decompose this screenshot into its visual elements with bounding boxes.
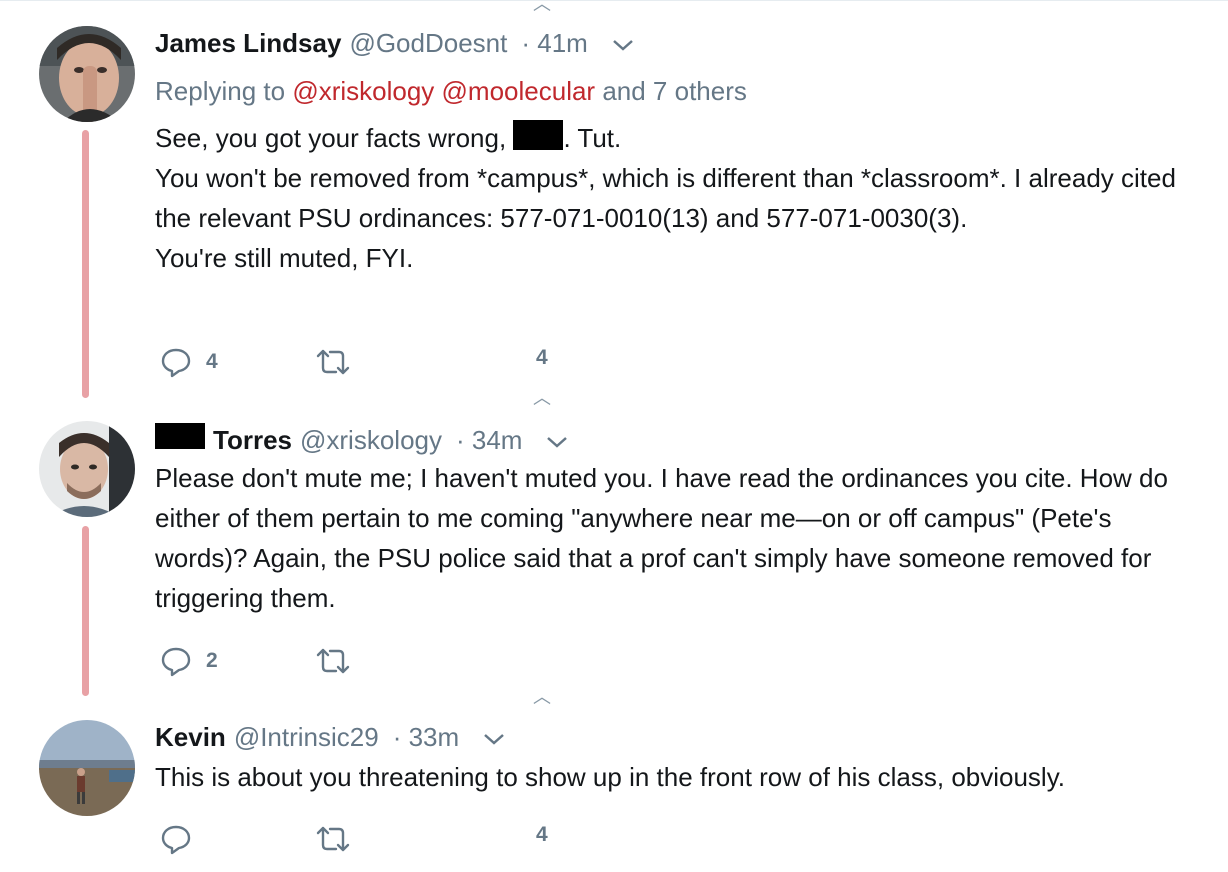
timestamp[interactable]: · 41m (521, 28, 587, 59)
show-more-icon[interactable]: ︿ (533, 683, 551, 709)
tweet-text: See, you got your facts wrong, . Tut. Yo… (155, 118, 1195, 278)
show-more-icon[interactable]: ︿ (533, 0, 551, 16)
tweet-line-text: See, you got your facts wrong, (155, 123, 507, 153)
like-count: 4 (536, 346, 548, 369)
top-divider (0, 0, 1228, 1)
retweet-button[interactable] (315, 645, 351, 677)
timestamp[interactable]: · 33m (393, 722, 459, 753)
tweet-actions: 4 4 (160, 346, 660, 380)
show-more-icon[interactable]: ︿ (533, 384, 551, 410)
author-name[interactable]: James Lindsay (155, 28, 341, 59)
tweet-text: This is about you threatening to show up… (155, 762, 1065, 792)
author-name[interactable]: Kevin (155, 722, 226, 753)
redaction-box (513, 120, 564, 150)
tweet-line: You're still muted, FYI. (155, 243, 414, 273)
retweet-icon (316, 349, 350, 375)
tweet-actions: 2 (160, 645, 660, 679)
tweet-header: Torres @xriskology · 34m (155, 423, 568, 456)
tweet-line: See, you got your facts wrong, . Tut. (155, 118, 1195, 158)
tweet-text: Please don't mute me; I haven't muted yo… (155, 463, 1168, 613)
reply-button[interactable]: 4 (160, 346, 218, 378)
mention-link[interactable]: @moolecular (442, 76, 596, 106)
chevron-down-icon[interactable] (546, 435, 568, 449)
reply-icon (161, 647, 191, 677)
tweet-line-text: . Tut. (563, 123, 622, 153)
retweet-button[interactable] (315, 346, 351, 378)
replying-to: Replying to @xriskology @moolecular and … (155, 76, 747, 107)
reply-icon (161, 825, 191, 855)
like-button[interactable]: 4 (522, 823, 548, 847)
timestamp[interactable]: · 34m (456, 425, 522, 456)
author-handle[interactable]: @GodDoesnt (349, 28, 507, 59)
reply-button[interactable]: 2 (160, 645, 218, 677)
tweet-header: James Lindsay @GodDoesnt · 41m (155, 28, 634, 59)
tweet-actions: 4 (160, 823, 660, 857)
avatar[interactable] (39, 720, 135, 816)
author-handle[interactable]: @Intrinsic29 (234, 722, 379, 753)
chevron-down-icon[interactable] (483, 732, 505, 746)
like-button[interactable]: 4 (522, 346, 548, 370)
avatar[interactable] (39, 26, 135, 122)
tweet-line: You won't be removed from *campus*, whic… (155, 163, 1176, 233)
retweet-icon (316, 648, 350, 674)
redaction-box (155, 423, 205, 449)
like-count: 4 (536, 823, 548, 846)
mention-link[interactable]: @xriskology (292, 76, 434, 106)
avatar[interactable] (39, 421, 135, 517)
reply-count: 2 (206, 649, 218, 672)
thread-line (82, 526, 89, 696)
thread-line (82, 130, 89, 398)
reply-icon (161, 348, 191, 378)
replying-suffix[interactable]: and 7 others (595, 76, 747, 106)
retweet-button[interactable] (315, 823, 351, 855)
chevron-down-icon[interactable] (612, 38, 634, 52)
replying-prefix: Replying to (155, 76, 293, 106)
tweet-header: Kevin @Intrinsic29 · 33m (155, 722, 505, 753)
reply-button[interactable] (160, 823, 192, 855)
retweet-icon (316, 826, 350, 852)
author-handle[interactable]: @xriskology (300, 425, 442, 456)
reply-count: 4 (206, 350, 218, 373)
author-name[interactable]: Torres (213, 425, 292, 456)
